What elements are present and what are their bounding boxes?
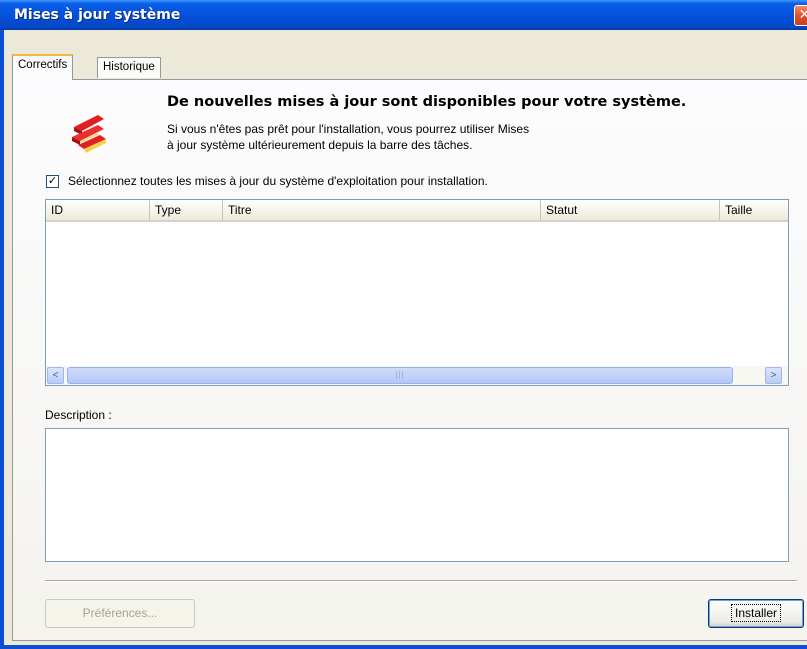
scroll-grip-icon: ||| — [395, 370, 405, 379]
scroll-left-button[interactable]: < — [47, 367, 64, 384]
column-header-statut[interactable]: Statut — [541, 200, 720, 220]
banner-message-line-1: Si vous n'êtes pas prêt pour l'installat… — [167, 122, 530, 136]
install-button[interactable]: Installer — [708, 599, 804, 628]
tab-historique[interactable]: Historique — [97, 57, 161, 78]
column-header-taille[interactable]: Taille — [720, 200, 788, 220]
horizontal-scrollbar[interactable]: < ||| > — [46, 366, 788, 385]
title-bar[interactable]: Mises à jour système ✕ — [0, 0, 807, 30]
column-header-id[interactable]: ID — [46, 200, 150, 220]
updates-list[interactable]: ID Type Titre Statut Taille < ||| > — [45, 199, 789, 386]
description-label: Description : — [45, 408, 112, 422]
banner-message-line-2: à jour système ultérieurement depuis la … — [167, 138, 473, 152]
check-mark-icon: ✓ — [47, 175, 58, 187]
close-button[interactable]: ✕ — [794, 5, 807, 26]
preferences-button-label: Préférences... — [82, 606, 158, 620]
scroll-right-icon: > — [770, 370, 777, 381]
updates-list-header: ID Type Titre Statut Taille — [46, 200, 788, 222]
select-all-checkbox[interactable]: ✓ — [46, 175, 59, 188]
scroll-right-button[interactable]: > — [765, 367, 782, 384]
scroll-left-icon: < — [52, 370, 59, 381]
column-header-titre[interactable]: Titre — [223, 200, 541, 220]
description-box[interactable] — [45, 428, 789, 562]
tab-correctifs[interactable]: Correctifs — [12, 54, 74, 80]
close-icon[interactable]: ✕ — [799, 7, 807, 23]
column-header-type[interactable]: Type — [150, 200, 223, 220]
scroll-thumb[interactable]: ||| — [67, 367, 733, 384]
select-all-label[interactable]: Sélectionnez toutes les mises à jour du … — [68, 174, 488, 188]
update-available-icon — [72, 115, 106, 153]
updates-available-headline: De nouvelles mises à jour sont disponibl… — [167, 94, 687, 110]
separator — [45, 580, 797, 582]
tab-correctifs-label: Correctifs — [18, 59, 68, 71]
tab-historique-label: Historique — [103, 61, 155, 73]
window-title: Mises à jour système — [14, 7, 181, 23]
install-button-label: Installer — [730, 604, 782, 622]
system-updates-window: Mises à jour système ✕ Correctifs Histor… — [0, 0, 807, 649]
preferences-button[interactable]: Préférences... — [45, 599, 195, 628]
